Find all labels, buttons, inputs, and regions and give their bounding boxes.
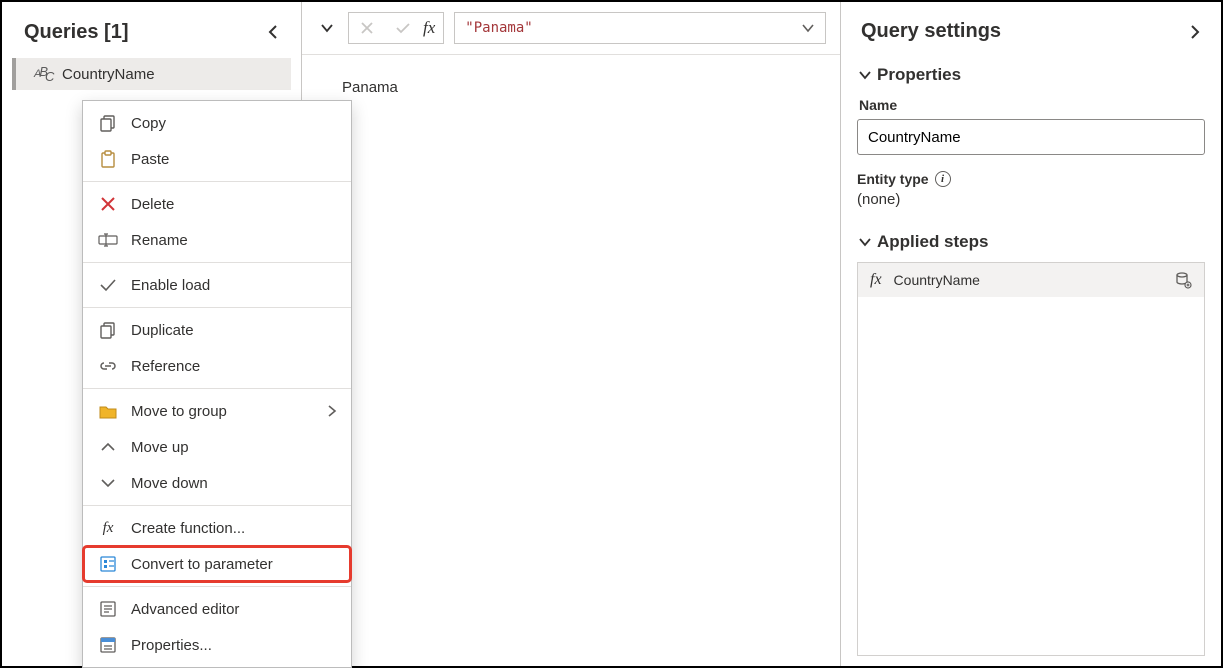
checkmark-icon <box>97 274 119 296</box>
queries-panel: Queries [1] ABC CountryName Copy <box>2 2 302 666</box>
query-item-label: CountryName <box>62 66 155 83</box>
entity-type-value: (none) <box>857 191 1205 226</box>
menu-label: Move down <box>131 475 208 492</box>
settings-panel: Query settings Properties Name Entity ty… <box>841 2 1221 666</box>
close-icon <box>360 21 374 35</box>
menu-label: Reference <box>131 358 200 375</box>
chevron-down-icon <box>97 472 119 494</box>
step-label: CountryName <box>894 272 980 288</box>
text-type-icon: ABC <box>34 67 54 82</box>
function-icon: fx <box>870 271 882 289</box>
query-item-countryname[interactable]: ABC CountryName <box>12 58 291 90</box>
chevron-up-icon <box>97 436 119 458</box>
applied-steps-label: Applied steps <box>877 232 988 252</box>
collapse-queries-button[interactable] <box>261 20 285 44</box>
menu-move-up[interactable]: Move up <box>83 429 351 465</box>
center-panel: fx "Panama" Panama <box>302 2 841 666</box>
menu-delete[interactable]: Delete <box>83 186 351 222</box>
applied-steps-section-toggle[interactable]: Applied steps <box>857 226 1205 262</box>
menu-label: Advanced editor <box>131 601 239 618</box>
delete-icon <box>97 193 119 215</box>
menu-move-down[interactable]: Move down <box>83 465 351 501</box>
advanced-editor-icon <box>97 598 119 620</box>
menu-label: Convert to parameter <box>131 556 273 573</box>
formula-text: "Panama" <box>465 20 532 36</box>
menu-paste[interactable]: Paste <box>83 141 351 177</box>
menu-rename[interactable]: Rename <box>83 222 351 258</box>
menu-properties[interactable]: Properties... <box>83 627 351 663</box>
menu-label: Move up <box>131 439 189 456</box>
commit-formula-button[interactable] <box>385 13 421 43</box>
menu-label: Create function... <box>131 520 245 537</box>
formula-controls: fx <box>348 12 444 44</box>
rename-icon <box>97 229 119 251</box>
formula-bar: fx "Panama" <box>302 2 840 55</box>
menu-label: Delete <box>131 196 174 213</box>
name-field-label: Name <box>857 95 1205 119</box>
menu-reference[interactable]: Reference <box>83 348 351 384</box>
copy-icon <box>97 112 119 134</box>
menu-label: Duplicate <box>131 322 194 339</box>
collapse-settings-button[interactable] <box>1189 25 1201 39</box>
chevron-right-icon <box>327 405 337 417</box>
menu-label: Copy <box>131 115 166 132</box>
chevron-down-icon <box>320 23 334 33</box>
preview-value: Panama <box>342 79 398 96</box>
formula-dropdown-button[interactable] <box>801 23 815 33</box>
menu-label: Properties... <box>131 637 212 654</box>
properties-section-toggle[interactable]: Properties <box>857 59 1205 95</box>
function-icon: fx <box>97 517 119 539</box>
preview-area: Panama <box>302 55 840 120</box>
menu-create-function[interactable]: fx Create function... <box>83 510 351 546</box>
fx-icon: fx <box>421 18 443 38</box>
context-menu: Copy Paste Delete Rename <box>82 100 352 668</box>
menu-label: Move to group <box>131 403 227 420</box>
chevron-down-icon <box>859 237 871 247</box>
chevron-right-icon <box>1189 25 1201 39</box>
step-data-source-icon[interactable] <box>1174 271 1192 289</box>
formula-input[interactable]: "Panama" <box>454 12 826 44</box>
settings-title: Query settings <box>861 20 1001 43</box>
query-name-input[interactable] <box>857 119 1205 155</box>
reference-icon <box>97 355 119 377</box>
cancel-formula-button[interactable] <box>349 13 385 43</box>
menu-duplicate[interactable]: Duplicate <box>83 312 351 348</box>
menu-label: Enable load <box>131 277 210 294</box>
chevron-down-icon <box>801 23 815 33</box>
menu-move-to-group[interactable]: Move to group <box>83 393 351 429</box>
properties-icon <box>97 634 119 656</box>
menu-label: Paste <box>131 151 169 168</box>
info-icon[interactable]: i <box>935 171 951 187</box>
checkmark-icon <box>395 22 411 34</box>
menu-enable-load[interactable]: Enable load <box>83 267 351 303</box>
applied-step-item[interactable]: fx CountryName <box>858 263 1204 297</box>
menu-label: Rename <box>131 232 188 249</box>
expand-formula-button[interactable] <box>316 17 338 39</box>
properties-section-label: Properties <box>877 65 961 85</box>
parameter-icon <box>97 553 119 575</box>
queries-title: Queries [1] <box>24 21 128 44</box>
chevron-left-icon <box>267 25 279 39</box>
entity-type-label: Entity type <box>857 171 929 187</box>
folder-icon <box>97 400 119 422</box>
menu-advanced-editor[interactable]: Advanced editor <box>83 591 351 627</box>
chevron-down-icon <box>859 70 871 80</box>
menu-convert-to-parameter[interactable]: Convert to parameter <box>83 546 351 582</box>
paste-icon <box>97 148 119 170</box>
menu-copy[interactable]: Copy <box>83 105 351 141</box>
applied-steps-list: fx CountryName <box>857 262 1205 656</box>
duplicate-icon <box>97 319 119 341</box>
